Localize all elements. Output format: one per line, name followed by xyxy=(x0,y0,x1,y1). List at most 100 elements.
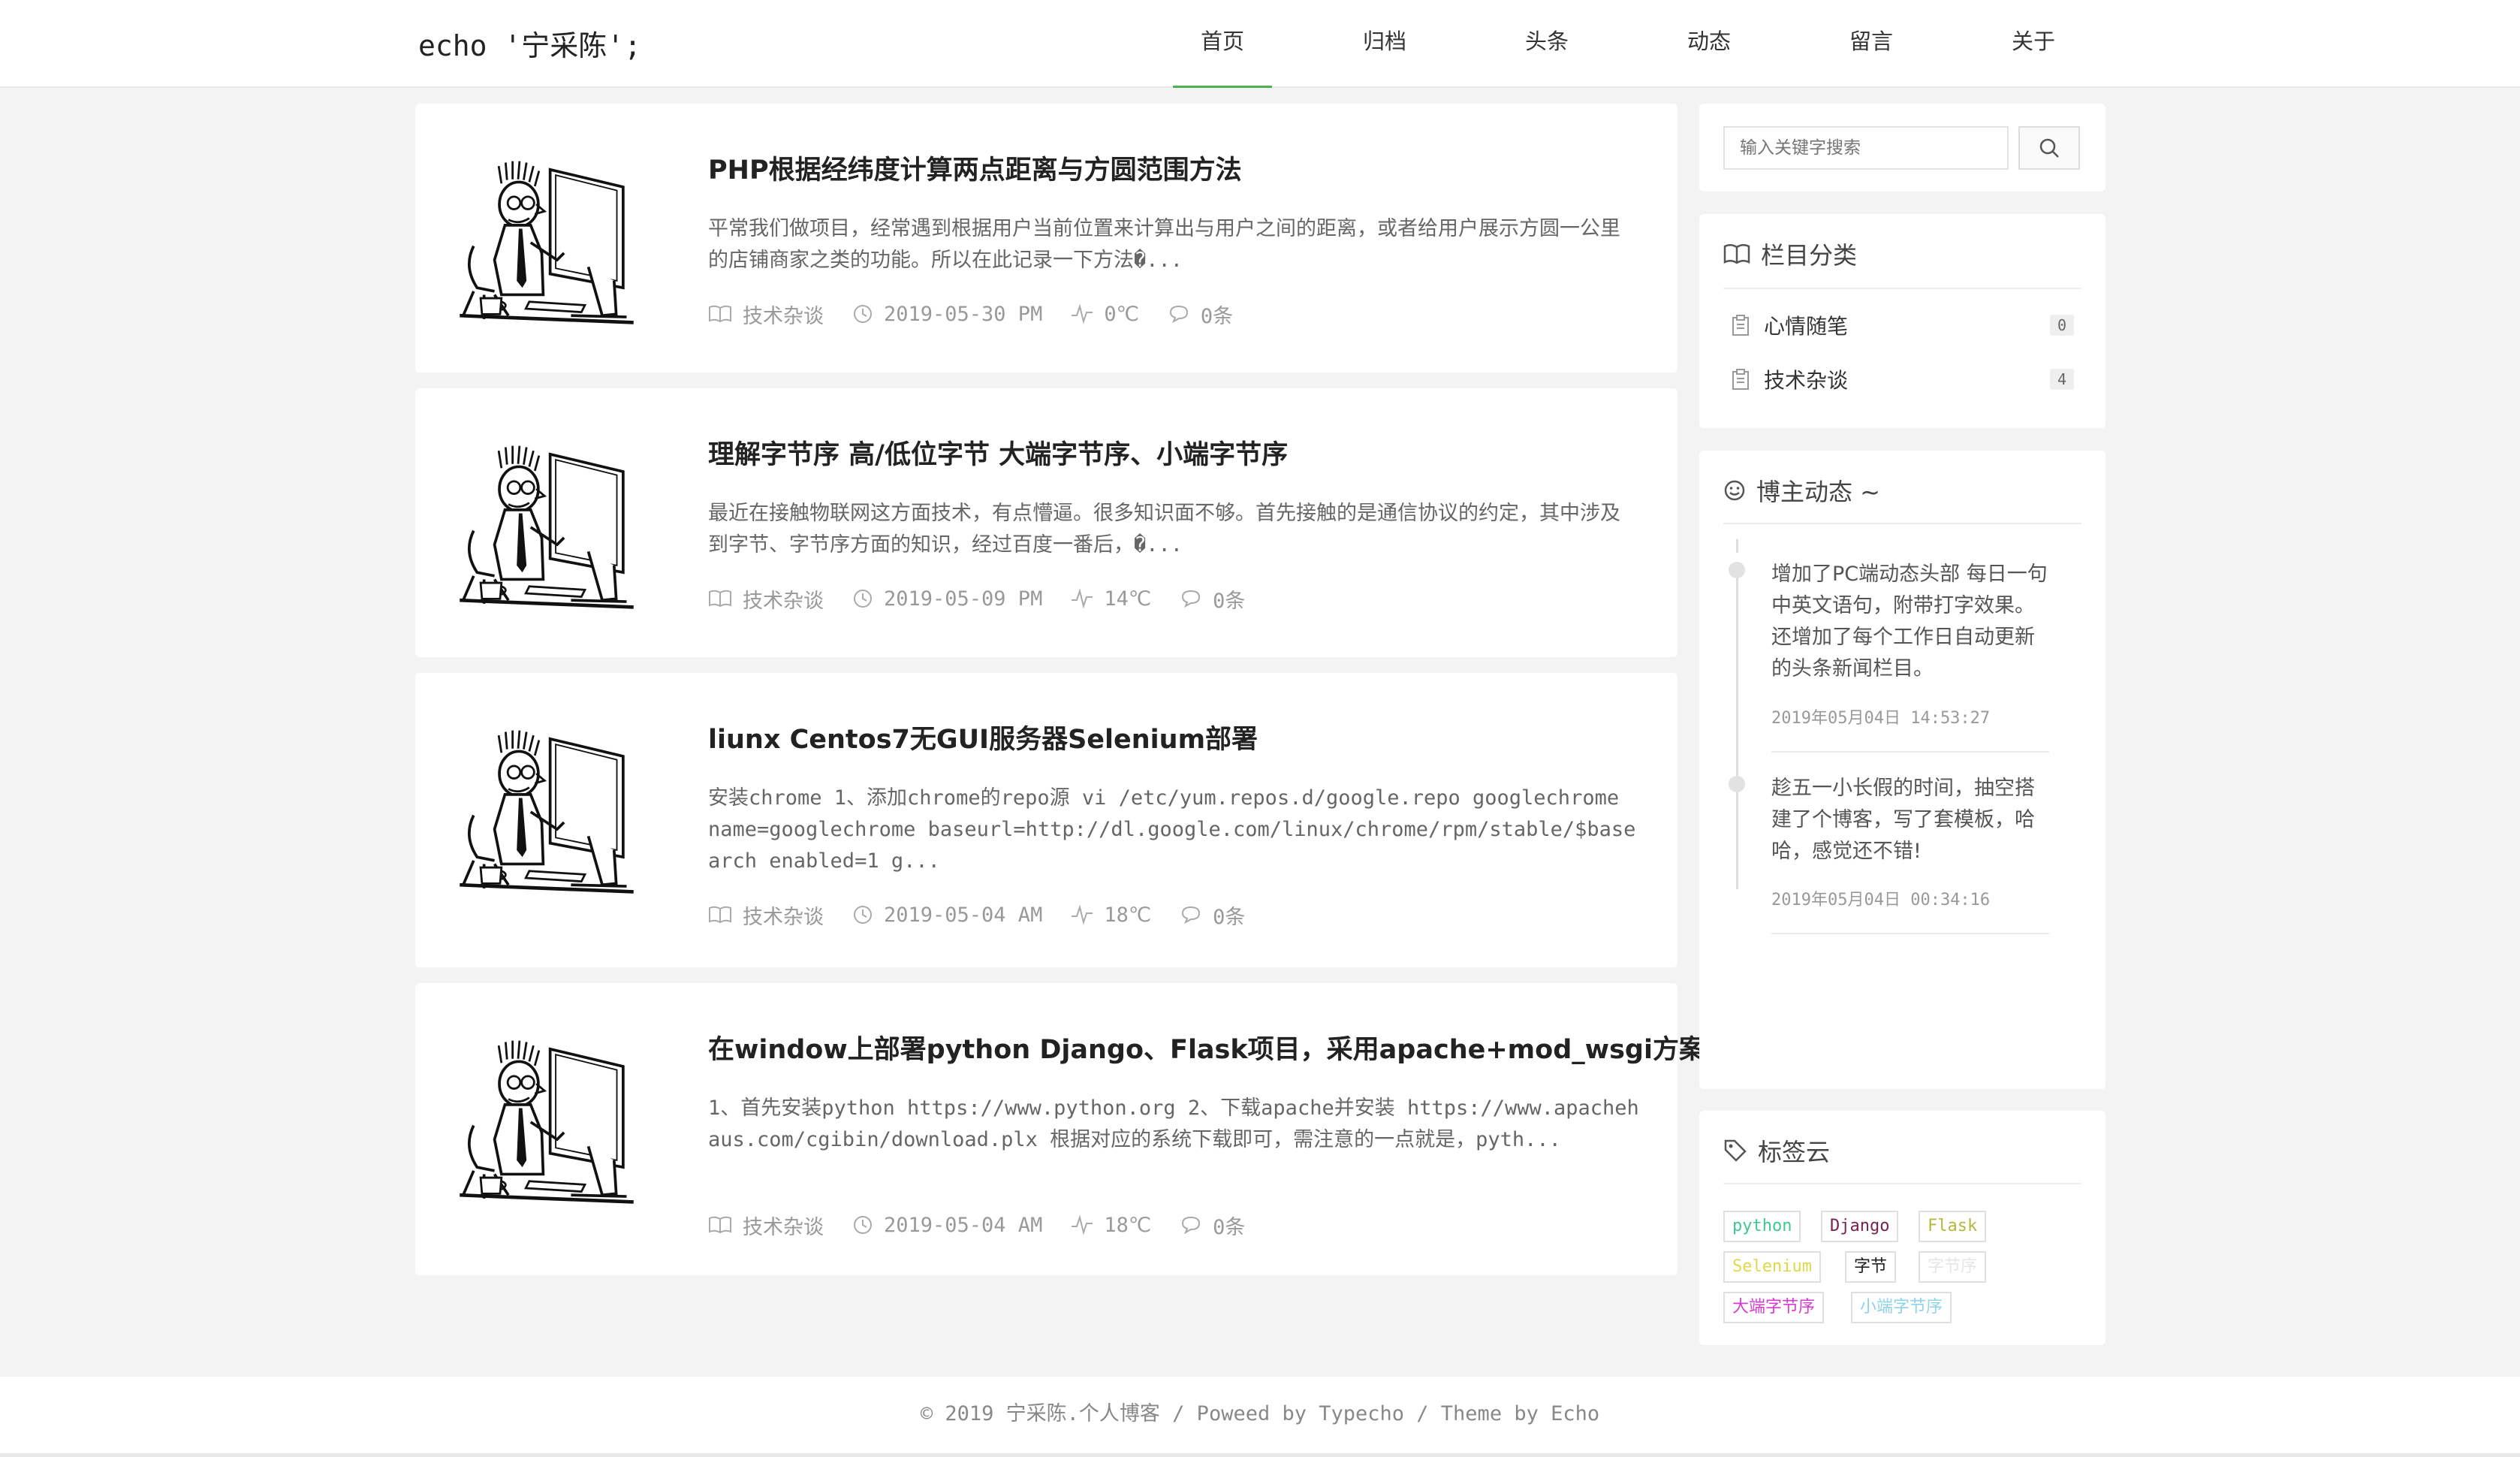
categories-widget: 栏目分类 心情随笔 0 技术杂谈 4 xyxy=(1699,214,2106,428)
post-meta: 技术杂谈 2019-05-09 PM 14℃ 0条 xyxy=(708,584,1640,614)
post-thumbnail-icon[interactable] xyxy=(453,718,641,906)
nav-item-about[interactable]: 关于 xyxy=(1952,0,2115,88)
post-temperature: 18℃ xyxy=(1071,903,1151,927)
feed-item-time: 2019年05月04日 14:53:27 xyxy=(1771,709,1991,728)
search-button[interactable] xyxy=(2018,126,2080,170)
timeline-dot xyxy=(1729,562,1745,578)
main-nav: 首页 归档 头条 动态 留言 关于 xyxy=(1141,0,2115,88)
clock-icon xyxy=(854,305,872,323)
category-item[interactable]: 技术杂谈 4 xyxy=(1731,361,2074,397)
nav-item-feed[interactable]: 动态 xyxy=(1628,0,1790,88)
post-thumbnail-icon[interactable] xyxy=(453,1028,641,1216)
post-title[interactable]: 在window上部署python Django、Flask项目，采用apache… xyxy=(708,1028,1705,1066)
tag-icon xyxy=(1724,1139,1747,1162)
post-meta: 技术杂谈 2019-05-30 PM 0℃ 0条 xyxy=(708,299,1640,329)
divider xyxy=(1723,523,2081,524)
tag-item[interactable]: 大端字节序 xyxy=(1723,1292,1825,1323)
post-comments[interactable]: 0条 xyxy=(1180,900,1245,930)
book-icon xyxy=(709,305,731,323)
post-card[interactable]: 理解字节序 高/低位字节 大端字节序、小端字节序 最近在接触物联网这方面技术，有… xyxy=(415,388,1677,657)
tag-item[interactable]: python xyxy=(1723,1211,1801,1242)
feed-item-text: 趁五一小长假的时间，抽空搭建了个博客，写了套模板，哈哈，感觉还不错! xyxy=(1771,777,2035,863)
site-logo[interactable]: echo '宁采陈'; xyxy=(418,23,641,64)
clipboard-icon xyxy=(1732,315,1749,336)
nav-item-archive[interactable]: 归档 xyxy=(1304,0,1466,88)
post-date: 2019-05-30 PM xyxy=(852,303,1042,326)
divider xyxy=(1723,1183,2081,1184)
pulse-icon xyxy=(1072,1214,1093,1235)
post-temperature: 0℃ xyxy=(1071,303,1139,326)
pulse-icon xyxy=(1072,303,1093,324)
book-icon xyxy=(709,1216,731,1234)
site-header: echo '宁采陈'; 首页 归档 头条 动态 留言 关于 xyxy=(0,0,2520,88)
category-item[interactable]: 心情随笔 0 xyxy=(1731,307,2074,343)
tags-widget: 标签云 python Django Flask Selenium 字节 字节序 … xyxy=(1699,1111,2106,1345)
post-date: 2019-05-04 AM xyxy=(852,903,1042,927)
tag-item[interactable]: 字节 xyxy=(1845,1251,1897,1283)
smiley-icon xyxy=(1724,480,1745,501)
footer-bar xyxy=(0,1453,2520,1457)
comment-icon xyxy=(1182,906,1201,925)
post-comments[interactable]: 0条 xyxy=(1180,1211,1245,1240)
post-card[interactable]: PHP根据经纬度计算两点距离与方圆范围方法 平常我们做项目，经常遇到根据用户当前… xyxy=(415,104,1677,373)
timeline-line xyxy=(1736,571,1738,889)
post-date: 2019-05-09 PM xyxy=(852,587,1042,611)
feed-item-time: 2019年05月04日 00:34:16 xyxy=(1771,891,1991,909)
post-comments[interactable]: 0条 xyxy=(1168,300,1233,329)
post-comments[interactable]: 0条 xyxy=(1180,584,1245,614)
category-count-badge: 0 xyxy=(2049,315,2074,336)
post-excerpt: 最近在接触物联网这方面技术，有点懵逼。很多知识面不够。首先接触的是通信协议的约定… xyxy=(708,502,1620,557)
post-category[interactable]: 技术杂谈 xyxy=(708,900,824,930)
tag-item[interactable]: Flask xyxy=(1919,1211,1987,1242)
timeline-line xyxy=(1736,539,1738,553)
post-temperature: 18℃ xyxy=(1071,1214,1151,1237)
post-temperature: 14℃ xyxy=(1071,587,1151,611)
post-category[interactable]: 技术杂谈 xyxy=(708,1211,824,1240)
post-title[interactable]: PHP根据经纬度计算两点距离与方圆范围方法 xyxy=(708,149,1640,187)
post-card[interactable]: 在window上部署python Django、Flask项目，采用apache… xyxy=(415,983,1705,1275)
tag-item[interactable]: 字节序 xyxy=(1919,1251,1987,1283)
feed-item-text: 增加了PC端动态头部 每日一句中英文语句，附带打字效果。还增加了每个工作日自动更… xyxy=(1771,563,2048,680)
nav-item-headlines[interactable]: 头条 xyxy=(1466,0,1628,88)
nav-item-home[interactable]: 首页 xyxy=(1141,0,1304,88)
book-open-icon xyxy=(1723,244,1750,264)
categories-title: 栏目分类 xyxy=(1723,235,2081,273)
feed-widget: 博主动态 ~ 增加了PC端动态头部 每日一句中英文语句，附带打字效果。还增加了每… xyxy=(1699,451,2106,1089)
clock-icon xyxy=(854,590,872,608)
post-date: 2019-05-04 AM xyxy=(852,1214,1042,1237)
post-thumbnail-icon[interactable] xyxy=(453,149,641,336)
post-excerpt: 平常我们做项目，经常遇到根据用户当前位置来计算出与用户之间的距离，或者给用户展示… xyxy=(708,217,1620,272)
clock-icon xyxy=(854,906,872,924)
post-card[interactable]: liunx Centos7无GUI服务器Selenium部署 安装chrome … xyxy=(415,673,1677,967)
pulse-icon xyxy=(1072,904,1093,925)
timeline-dot xyxy=(1729,776,1745,792)
post-category[interactable]: 技术杂谈 xyxy=(708,584,824,614)
tag-item[interactable]: Selenium xyxy=(1723,1251,1821,1283)
search-widget xyxy=(1699,104,2106,192)
post-thumbnail-icon[interactable] xyxy=(453,433,641,621)
divider xyxy=(1771,933,2049,934)
tags-title: 标签云 xyxy=(1723,1132,2081,1169)
category-count-badge: 4 xyxy=(2049,369,2074,390)
post-title[interactable]: 理解字节序 高/低位字节 大端字节序、小端字节序 xyxy=(708,433,1640,472)
divider xyxy=(1771,751,2049,753)
site-footer: © 2019 宁采陈.个人博客 / Poweed by Typecho / Th… xyxy=(0,1377,2520,1453)
feed-title: 博主动态 ~ xyxy=(1723,472,2081,509)
book-icon xyxy=(709,590,731,608)
tag-item[interactable]: Django xyxy=(1821,1211,1899,1242)
nav-item-guestbook[interactable]: 留言 xyxy=(1790,0,1952,88)
pulse-icon xyxy=(1072,588,1093,609)
comment-icon xyxy=(1182,590,1201,608)
post-category[interactable]: 技术杂谈 xyxy=(708,300,824,329)
divider xyxy=(1723,288,2081,289)
post-meta: 技术杂谈 2019-05-04 AM 18℃ 0条 xyxy=(708,900,1640,930)
clock-icon xyxy=(854,1216,872,1234)
tag-item[interactable]: 小端字节序 xyxy=(1851,1292,1952,1323)
post-meta: 技术杂谈 2019-05-04 AM 18℃ 0条 xyxy=(708,1210,1640,1240)
search-input[interactable] xyxy=(1723,126,2009,170)
post-title[interactable]: liunx Centos7无GUI服务器Selenium部署 xyxy=(708,718,1640,756)
book-icon xyxy=(709,906,731,924)
post-excerpt: 安装chrome 1、添加chrome的repo源 vi /etc/yum.re… xyxy=(708,786,1636,873)
search-icon xyxy=(2039,138,2059,158)
comment-icon xyxy=(1182,1216,1201,1235)
